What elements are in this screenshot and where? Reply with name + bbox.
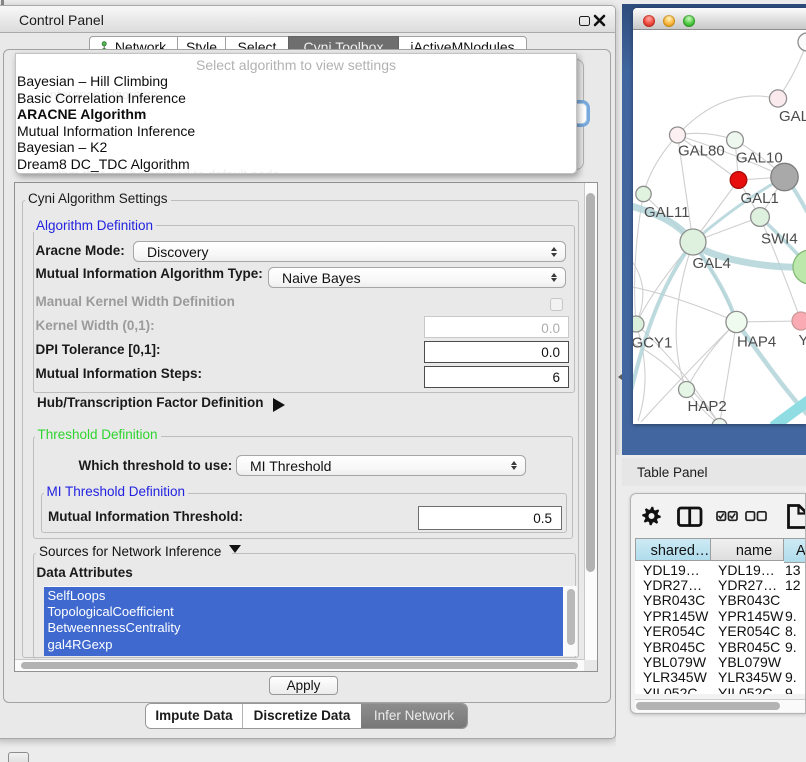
svg-text:HAP4: HAP4 xyxy=(737,334,776,351)
svg-text:GAL: GAL xyxy=(779,108,806,125)
svg-text:GCY1: GCY1 xyxy=(633,335,672,352)
svg-text:GAL1: GAL1 xyxy=(741,190,779,207)
svg-text:HAP2: HAP2 xyxy=(688,398,727,415)
svg-text:GAL4: GAL4 xyxy=(693,255,731,272)
svg-text:GAL11: GAL11 xyxy=(644,204,690,221)
svg-text:Y: Y xyxy=(799,332,806,349)
svg-text:GAL80: GAL80 xyxy=(678,143,725,160)
svg-text:SWI4: SWI4 xyxy=(761,231,798,248)
svg-text:GAL10: GAL10 xyxy=(736,150,783,167)
